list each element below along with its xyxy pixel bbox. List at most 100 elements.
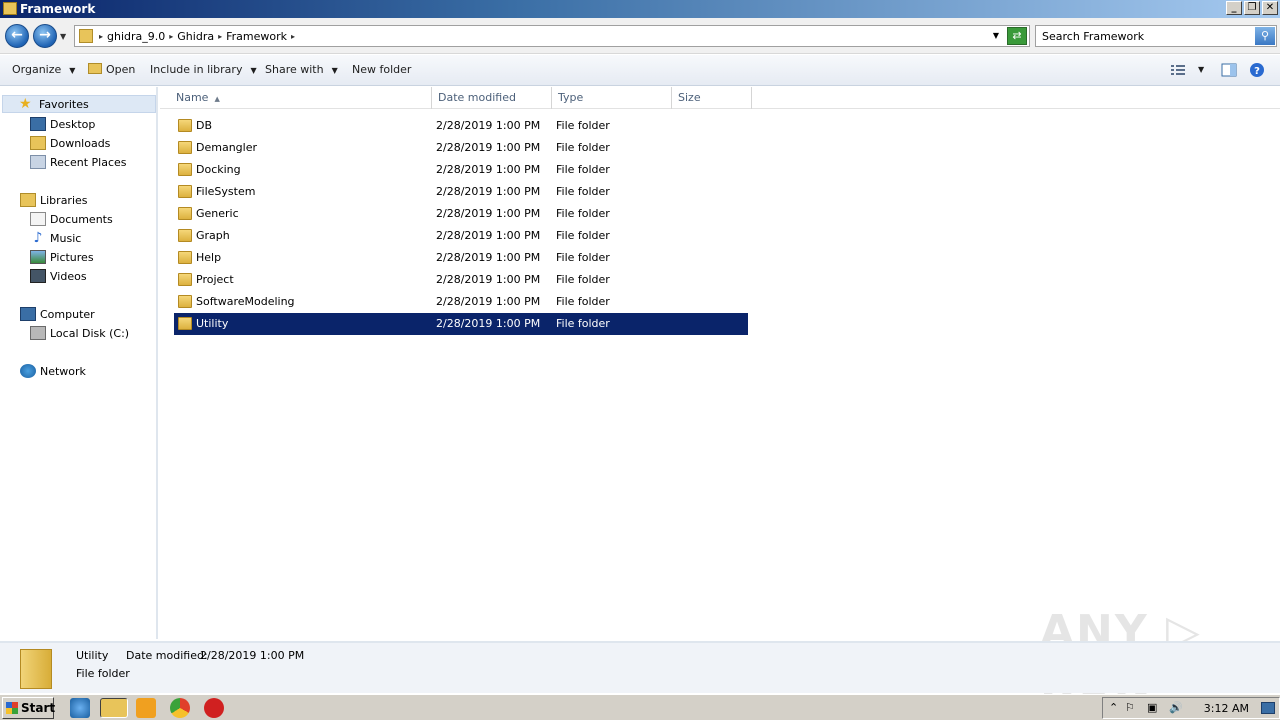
folder-icon xyxy=(178,163,192,176)
search-box[interactable]: ⚲ xyxy=(1035,25,1277,47)
file-row[interactable]: Docking 2/28/2019 1:00 PM File folder xyxy=(174,159,748,181)
address-bar[interactable]: ▸ ghidra_9.0 ▸ Ghidra ▸ Framework ▸ ▼ ⇄ xyxy=(74,25,1030,47)
folder-icon xyxy=(178,185,192,198)
organize-button[interactable]: Organize ▼ xyxy=(12,63,75,76)
chrome-icon[interactable] xyxy=(170,698,190,718)
nav-local-disk[interactable]: Local Disk (C:) xyxy=(30,324,129,342)
recent-pages-dropdown-icon[interactable]: ▼ xyxy=(60,32,66,41)
file-row[interactable]: Graph 2/28/2019 1:00 PM File folder xyxy=(174,225,748,247)
nav-documents[interactable]: Documents xyxy=(30,210,113,228)
clock[interactable]: 3:12 AM xyxy=(1204,702,1249,715)
column-type[interactable]: Type xyxy=(552,87,672,109)
details-type: File folder xyxy=(76,667,130,680)
file-type: File folder xyxy=(556,295,610,308)
window-title: Framework xyxy=(20,2,96,16)
file-date: 2/28/2019 1:00 PM xyxy=(436,251,541,264)
folder-icon xyxy=(178,119,192,132)
libraries-icon xyxy=(20,193,36,207)
star-icon: ★ xyxy=(19,96,32,112)
file-date: 2/28/2019 1:00 PM xyxy=(436,207,541,220)
column-size[interactable]: Size xyxy=(672,87,752,109)
search-input[interactable] xyxy=(1036,26,1246,46)
file-date: 2/28/2019 1:00 PM xyxy=(436,295,541,308)
folder-icon xyxy=(178,273,192,286)
internet-explorer-icon[interactable] xyxy=(70,698,90,718)
open-button[interactable]: Open xyxy=(88,63,135,76)
breadcrumb-ghidra-9[interactable]: ghidra_9.0 xyxy=(107,30,165,43)
file-name: Utility xyxy=(196,317,229,330)
back-button[interactable]: ← xyxy=(5,24,29,48)
file-name: SoftwareModeling xyxy=(196,295,295,308)
breadcrumb-ghidra[interactable]: Ghidra xyxy=(177,30,214,43)
file-row[interactable]: Help 2/28/2019 1:00 PM File folder xyxy=(174,247,748,269)
column-name[interactable]: Name ▲ xyxy=(170,87,432,109)
breadcrumb-framework[interactable]: Framework xyxy=(226,30,287,43)
stop-icon[interactable] xyxy=(204,698,224,718)
chevron-right-icon[interactable]: ▸ xyxy=(169,32,173,41)
view-dropdown-icon[interactable]: ▼ xyxy=(1198,65,1204,74)
nav-music[interactable]: ♪ Music xyxy=(30,229,82,247)
file-row[interactable]: Demangler 2/28/2019 1:00 PM File folder xyxy=(174,137,748,159)
nav-recent-places[interactable]: Recent Places xyxy=(30,153,127,171)
videos-icon xyxy=(30,269,46,283)
computer-icon xyxy=(20,307,36,321)
preview-pane-icon[interactable] xyxy=(1221,62,1237,78)
file-date: 2/28/2019 1:00 PM xyxy=(436,273,541,286)
file-row-selected[interactable]: Utility 2/28/2019 1:00 PM File folder xyxy=(174,313,748,335)
file-name: DB xyxy=(196,119,213,132)
file-row[interactable]: SoftwareModeling 2/28/2019 1:00 PM File … xyxy=(174,291,748,313)
nav-videos[interactable]: Videos xyxy=(30,267,87,285)
sort-ascending-icon: ▲ xyxy=(214,95,220,103)
file-type: File folder xyxy=(556,273,610,286)
nav-pictures[interactable]: Pictures xyxy=(30,248,94,266)
file-type: File folder xyxy=(556,119,610,132)
share-with-button[interactable]: Share with ▼ xyxy=(265,63,338,76)
file-row[interactable]: Project 2/28/2019 1:00 PM File folder xyxy=(174,269,748,291)
show-hidden-icons-icon[interactable]: ⌃ xyxy=(1109,701,1118,714)
command-bar: Organize ▼ Open Include in library ▼ Share… xyxy=(0,55,1280,86)
help-icon[interactable]: ? xyxy=(1249,62,1265,78)
nav-computer[interactable]: Computer xyxy=(20,305,95,323)
volume-icon[interactable]: 🔊 xyxy=(1169,701,1183,714)
search-icon[interactable]: ⚲ xyxy=(1255,27,1275,45)
music-icon: ♪ xyxy=(33,230,43,246)
file-date: 2/28/2019 1:00 PM xyxy=(436,185,541,198)
show-desktop-icon[interactable] xyxy=(1261,702,1275,714)
nav-libraries[interactable]: Libraries xyxy=(20,191,88,209)
network-status-icon[interactable]: ▣ xyxy=(1147,701,1157,714)
start-button[interactable]: Start xyxy=(2,697,55,719)
chevron-right-icon[interactable]: ▸ xyxy=(218,32,222,41)
file-type: File folder xyxy=(556,185,610,198)
network-icon xyxy=(20,364,36,378)
refresh-button[interactable]: ⇄ xyxy=(1007,27,1027,45)
file-type: File folder xyxy=(556,207,610,220)
nav-downloads[interactable]: Downloads xyxy=(30,134,110,152)
nav-network[interactable]: Network xyxy=(20,362,86,380)
file-row[interactable]: DB 2/28/2019 1:00 PM File folder xyxy=(174,115,748,137)
file-row[interactable]: Generic 2/28/2019 1:00 PM File folder xyxy=(174,203,748,225)
forward-button[interactable]: → xyxy=(33,24,57,48)
new-folder-button[interactable]: New folder xyxy=(352,63,411,76)
column-date-modified[interactable]: Date modified xyxy=(432,87,552,109)
file-name: Graph xyxy=(196,229,230,242)
address-row: ← → ▼ ▸ ghidra_9.0 ▸ Ghidra ▸ Framework … xyxy=(0,18,1280,54)
file-row[interactable]: FileSystem 2/28/2019 1:00 PM File folder xyxy=(174,181,748,203)
explorer-taskbar-icon[interactable] xyxy=(100,698,128,718)
minimize-button[interactable]: _ xyxy=(1226,1,1242,15)
folder-icon xyxy=(79,29,93,43)
chevron-right-icon[interactable]: ▸ xyxy=(291,32,295,41)
flag-icon[interactable]: ⚐ xyxy=(1125,701,1135,714)
file-type: File folder xyxy=(556,163,610,176)
include-in-library-button[interactable]: Include in library ▼ xyxy=(150,63,257,76)
chevron-right-icon[interactable]: ▸ xyxy=(99,32,103,41)
nav-desktop[interactable]: Desktop xyxy=(30,115,95,133)
taskbar: Start ⌃ ⚐ ▣ 🔊 3:12 AM xyxy=(0,694,1280,720)
file-date: 2/28/2019 1:00 PM xyxy=(436,119,541,132)
close-button[interactable]: ✕ xyxy=(1262,1,1278,15)
media-player-icon[interactable] xyxy=(136,698,156,718)
restore-button[interactable]: ❐ xyxy=(1244,1,1260,15)
folder-icon xyxy=(178,317,192,330)
view-options-icon[interactable] xyxy=(1170,62,1186,78)
nav-favorites[interactable]: ★ Favorites xyxy=(2,95,156,113)
address-history-dropdown-icon[interactable]: ▼ xyxy=(993,31,999,40)
